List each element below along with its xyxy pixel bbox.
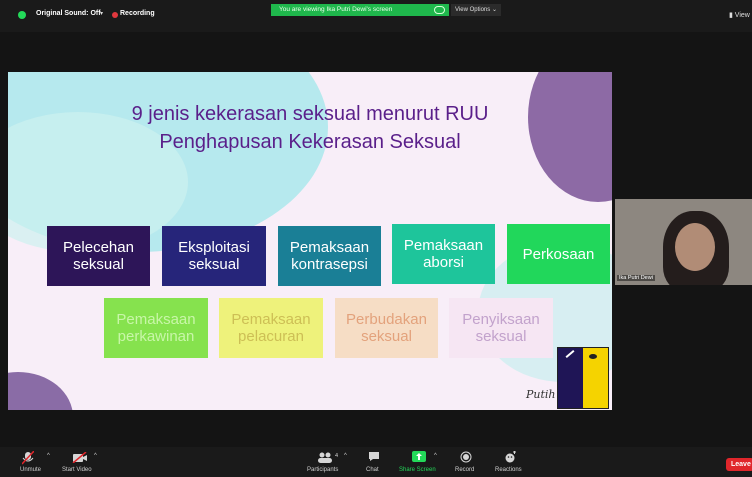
box-label: Perkosaan [522,245,595,263]
box-label: Pemaksaan pelacuran [231,311,311,345]
chevron-up-icon[interactable]: ^ [47,453,50,459]
box-penyiksaan-seksual: Penyiksaan seksual [449,298,553,358]
box-label: Perbudakan seksual [346,311,427,345]
participants-button[interactable]: 4 Participants [307,447,355,477]
chevron-down-icon[interactable]: ▾ [100,10,103,17]
box-pemaksaan-kontrasepsi: Pemaksaan kontrasepsi [278,226,381,286]
slide-title: 9 jenis kekerasan seksual menurut RUU Pe… [8,100,612,156]
record-label: Record [455,467,475,473]
box-label: Pelecehan seksual [63,239,134,273]
shield-icon[interactable] [18,11,26,19]
view-button[interactable]: ▮ View [729,11,750,19]
recording-label: Recording [120,10,155,17]
chevron-up-icon[interactable]: ^ [434,453,437,459]
viewing-banner: You are viewing Ika Putri Dewi's screen [271,4,449,16]
viewing-banner-text: You are viewing Ika Putri Dewi's screen [279,6,393,13]
share-screen-icon [412,451,426,462]
video-off-icon [72,452,87,463]
chat-button[interactable]: Chat [362,447,388,477]
microphone-muted-icon [22,451,34,465]
brand-logo [557,347,609,409]
top-bar: Original Sound: Off ▾ Recording You are … [0,0,752,32]
meeting-toolbar: Unmute ^ Start Video ^ 4 Participants ^ … [0,447,752,477]
record-button[interactable]: Record [452,447,480,477]
box-label: Pemaksaan aborsi [403,237,484,271]
participants-count: 4 [335,453,339,459]
box-pelecehan-seksual: Pelecehan seksual [47,226,150,286]
reactions-button[interactable]: Reactions [493,447,527,477]
share-screen-label: Share Screen [399,467,436,473]
signature-logo: Putih [526,388,556,401]
participants-label: Participants [307,467,339,473]
cloud-icon [434,6,445,14]
slide-title-line2: Penghapusan Kekerasan Seksual [159,131,461,153]
box-perkosaan: Perkosaan [507,224,610,284]
chat-label: Chat [366,467,379,473]
unmute-button[interactable]: Unmute [18,447,50,477]
box-perbudakan-seksual: Perbudakan seksual [335,298,438,358]
video-person-face [675,223,715,271]
box-label: Penyiksaan seksual [462,311,540,345]
participant-video[interactable]: Ika Putri Dewi [615,199,752,285]
logo-left-panel [558,348,583,408]
participants-icon [318,452,332,463]
unmute-label: Unmute [20,467,42,473]
reactions-label: Reactions [495,467,522,473]
chevron-up-icon[interactable]: ^ [94,453,97,459]
start-video-button[interactable]: Start Video [62,447,102,477]
recording-icon [112,12,118,18]
decor-blob [8,372,73,410]
slide-title-line1: 9 jenis kekerasan seksual menurut RUU [131,103,489,125]
leave-button[interactable]: Leave [726,458,752,471]
box-pemaksaan-perkawinan: Pemaksaan perkawinan [104,298,208,358]
participant-name: Ika Putri Dewi [617,275,655,281]
box-pemaksaan-pelacuran: Pemaksaan pelacuran [219,298,323,358]
box-label: Eksploitasi seksual [178,239,250,273]
box-label: Pemaksaan perkawinan [116,311,196,345]
share-screen-button[interactable]: Share Screen [397,447,441,477]
box-label: Pemaksaan kontrasepsi [289,239,370,273]
start-video-label: Start Video [62,467,92,473]
shared-slide: 9 jenis kekerasan seksual menurut RUU Pe… [8,72,612,410]
box-eksploitasi-seksual: Eksploitasi seksual [162,226,266,286]
chat-icon [369,452,379,461]
original-sound-label[interactable]: Original Sound: Off [36,10,101,17]
logo-eye [589,354,597,359]
chevron-up-icon[interactable]: ^ [344,453,347,459]
view-options-button[interactable]: View Options ⌄ [451,4,501,16]
box-pemaksaan-aborsi: Pemaksaan aborsi [392,224,495,284]
record-icon [460,451,472,463]
emoji-plus-icon [505,451,516,463]
